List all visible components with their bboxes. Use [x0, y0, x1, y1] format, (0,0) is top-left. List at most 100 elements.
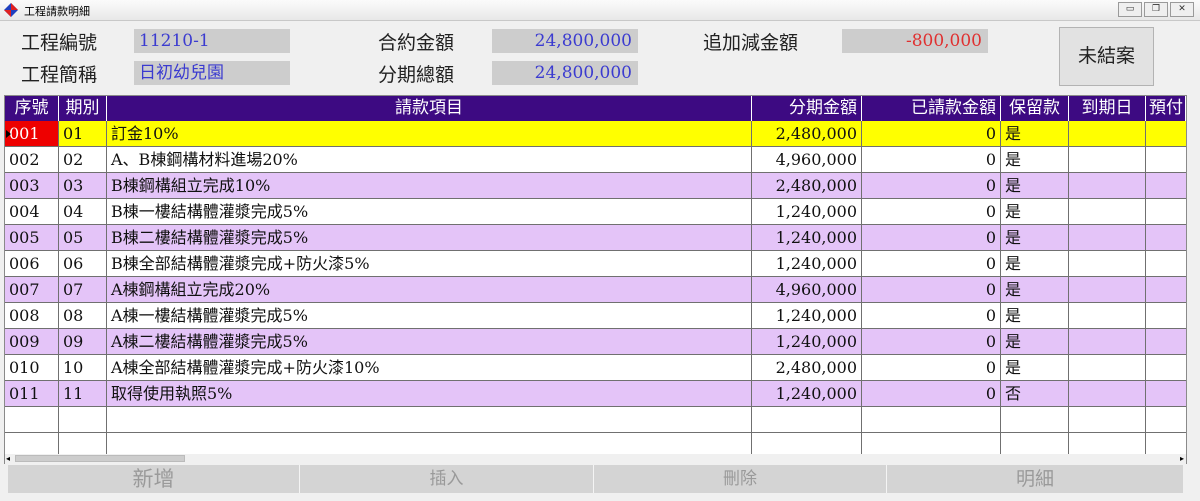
cell-period[interactable]: 06: [59, 251, 107, 277]
cell-seq[interactable]: 006: [5, 251, 59, 277]
cell-seq[interactable]: 008: [5, 303, 59, 329]
cell-prepay[interactable]: [1146, 355, 1186, 381]
cell-retention[interactable]: 是: [1001, 277, 1069, 303]
cell-due[interactable]: [1069, 225, 1146, 251]
cell-due[interactable]: [1069, 355, 1146, 381]
col-header-requested[interactable]: 已請款金額: [862, 96, 1001, 121]
cell-requested[interactable]: 0: [862, 147, 1001, 173]
cell-amount[interactable]: 2,480,000: [752, 355, 862, 381]
detail-button[interactable]: 明細: [887, 465, 1183, 493]
cell-period[interactable]: 07: [59, 277, 107, 303]
cell-item[interactable]: B棟全部結構體灌漿完成+防火漆5%: [107, 251, 752, 277]
cell-requested[interactable]: 0: [862, 121, 1001, 147]
cell-prepay[interactable]: [1146, 199, 1186, 225]
table-row[interactable]: 002 02 A、B棟鋼構材料進場20% 4,960,000 0 是: [5, 147, 1186, 173]
cell-period[interactable]: 09: [59, 329, 107, 355]
cell-amount[interactable]: 4,960,000: [752, 277, 862, 303]
cell-requested[interactable]: 0: [862, 277, 1001, 303]
cell-item[interactable]: A棟一樓結構體灌漿完成5%: [107, 303, 752, 329]
cell-period[interactable]: 05: [59, 225, 107, 251]
cell-item[interactable]: B棟二樓結構體灌漿完成5%: [107, 225, 752, 251]
cell-period[interactable]: 11: [59, 381, 107, 407]
cell-item[interactable]: A棟二樓結構體灌漿完成5%: [107, 329, 752, 355]
cell-amount[interactable]: 1,240,000: [752, 225, 862, 251]
cell-due[interactable]: [1069, 303, 1146, 329]
table-row[interactable]: 006 06 B棟全部結構體灌漿完成+防火漆5% 1,240,000 0 是: [5, 251, 1186, 277]
col-header-period[interactable]: 期別: [59, 96, 107, 121]
cell-period[interactable]: 08: [59, 303, 107, 329]
cell-requested[interactable]: 0: [862, 303, 1001, 329]
cell-prepay[interactable]: [1146, 225, 1186, 251]
cell-amount[interactable]: 1,240,000: [752, 303, 862, 329]
adjust-amount-field[interactable]: -800,000: [842, 29, 988, 53]
installment-total-field[interactable]: 24,800,000: [492, 61, 638, 85]
table-row[interactable]: 010 10 A棟全部結構體灌漿完成+防火漆10% 2,480,000 0 是: [5, 355, 1186, 381]
cell-amount[interactable]: [752, 407, 862, 433]
cell-item[interactable]: A棟鋼構組立完成20%: [107, 277, 752, 303]
cell-retention[interactable]: 是: [1001, 225, 1069, 251]
cell-requested[interactable]: 0: [862, 381, 1001, 407]
project-name-field[interactable]: 日初幼兒園: [134, 61, 290, 85]
cell-item[interactable]: 訂金10%: [107, 121, 752, 147]
restore-button[interactable]: ❐: [1144, 2, 1168, 17]
cell-item[interactable]: 取得使用執照5%: [107, 381, 752, 407]
cell-requested[interactable]: 0: [862, 251, 1001, 277]
case-status-button[interactable]: 未結案: [1059, 27, 1154, 86]
table-row[interactable]: 005 05 B棟二樓結構體灌漿完成5% 1,240,000 0 是: [5, 225, 1186, 251]
table-row[interactable]: 007 07 A棟鋼構組立完成20% 4,960,000 0 是: [5, 277, 1186, 303]
cell-amount[interactable]: 2,480,000: [752, 121, 862, 147]
cell-requested[interactable]: [862, 433, 1001, 454]
table-row[interactable]: [5, 433, 1186, 454]
cell-due[interactable]: [1069, 433, 1146, 454]
cell-prepay[interactable]: [1146, 277, 1186, 303]
cell-seq[interactable]: 007: [5, 277, 59, 303]
table-row[interactable]: [5, 407, 1186, 433]
col-header-item[interactable]: 請款項目: [107, 96, 752, 121]
cell-prepay[interactable]: [1146, 329, 1186, 355]
col-header-due[interactable]: 到期日: [1069, 96, 1146, 121]
cell-period[interactable]: 02: [59, 147, 107, 173]
cell-seq[interactable]: 003: [5, 173, 59, 199]
cell-due[interactable]: [1069, 381, 1146, 407]
cell-item[interactable]: A、B棟鋼構材料進場20%: [107, 147, 752, 173]
table-row[interactable]: 001 01 訂金10% 2,480,000 0 是: [5, 121, 1186, 147]
cell-requested[interactable]: 0: [862, 225, 1001, 251]
cell-amount[interactable]: 2,480,000: [752, 173, 862, 199]
table-row[interactable]: 004 04 B棟一樓結構體灌漿完成5% 1,240,000 0 是: [5, 199, 1186, 225]
cell-due[interactable]: [1069, 121, 1146, 147]
cell-item[interactable]: [107, 433, 752, 454]
cell-period[interactable]: 01: [59, 121, 107, 147]
cell-seq[interactable]: 004: [5, 199, 59, 225]
cell-amount[interactable]: 4,960,000: [752, 147, 862, 173]
cell-period[interactable]: 03: [59, 173, 107, 199]
cell-retention[interactable]: 是: [1001, 121, 1069, 147]
scroll-left-icon[interactable]: ◂: [6, 454, 10, 464]
cell-seq[interactable]: 001: [5, 121, 59, 147]
cell-item[interactable]: B棟鋼構組立完成10%: [107, 173, 752, 199]
scrollbar-thumb[interactable]: [15, 455, 185, 462]
cell-seq[interactable]: 005: [5, 225, 59, 251]
cell-requested[interactable]: 0: [862, 329, 1001, 355]
table-row[interactable]: 009 09 A棟二樓結構體灌漿完成5% 1,240,000 0 是: [5, 329, 1186, 355]
cell-prepay[interactable]: [1146, 147, 1186, 173]
cell-prepay[interactable]: [1146, 407, 1186, 433]
cell-retention[interactable]: 是: [1001, 199, 1069, 225]
col-header-seq[interactable]: 序號: [5, 96, 59, 121]
cell-due[interactable]: [1069, 251, 1146, 277]
cell-retention[interactable]: 否: [1001, 381, 1069, 407]
table-row[interactable]: 008 08 A棟一樓結構體灌漿完成5% 1,240,000 0 是: [5, 303, 1186, 329]
cell-prepay[interactable]: [1146, 381, 1186, 407]
cell-amount[interactable]: 1,240,000: [752, 251, 862, 277]
horizontal-scrollbar[interactable]: ◂ ▸: [4, 454, 1187, 464]
cell-amount[interactable]: [752, 433, 862, 454]
cell-prepay[interactable]: [1146, 121, 1186, 147]
cell-prepay[interactable]: [1146, 433, 1186, 454]
close-button[interactable]: ✕: [1170, 2, 1194, 17]
cell-period[interactable]: [59, 407, 107, 433]
cell-prepay[interactable]: [1146, 251, 1186, 277]
cell-seq[interactable]: 010: [5, 355, 59, 381]
add-button[interactable]: 新增: [8, 465, 300, 493]
cell-retention[interactable]: 是: [1001, 329, 1069, 355]
cell-requested[interactable]: 0: [862, 199, 1001, 225]
insert-button[interactable]: 插入: [300, 465, 594, 493]
